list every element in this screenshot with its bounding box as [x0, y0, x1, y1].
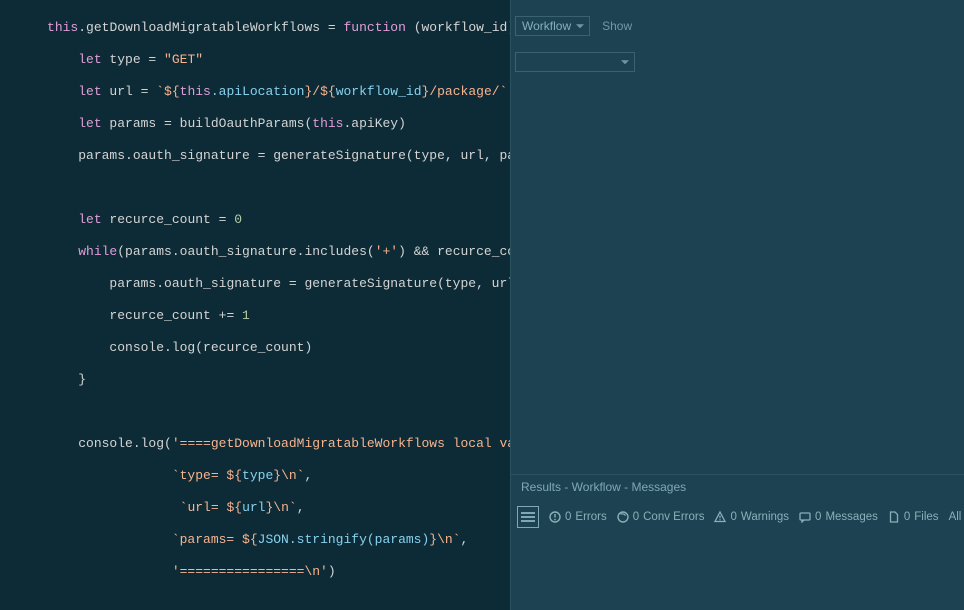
files-count: 0 [904, 511, 910, 523]
token: "GET" [164, 52, 203, 67]
token: let [78, 52, 101, 67]
token: this [312, 116, 343, 131]
token: let [78, 116, 101, 131]
token: url [242, 500, 265, 515]
messages-count: 0 [815, 511, 821, 523]
token: }\n` [273, 468, 304, 483]
errors-count: 0 [565, 511, 571, 523]
token: '================\n' [172, 564, 328, 579]
token: workflow_id [336, 84, 422, 99]
all-label: All [949, 511, 962, 523]
token: JSON.stringify(params) [258, 532, 430, 547]
warnings-count: 0 [730, 511, 736, 523]
files-stat[interactable]: 0 Files [888, 511, 939, 523]
conv-errors-count: 0 [633, 511, 639, 523]
token: } [78, 372, 86, 387]
file-icon [888, 511, 900, 523]
status-bar: 0 Errors 0 Conv Errors 0 Warnings 0 Mess… [511, 501, 964, 533]
token: `${ [156, 84, 179, 99]
token: params.oauth_signature = generateSignatu… [78, 148, 510, 163]
token: .getDownloadMigratableWorkflows = [78, 20, 343, 35]
errors-label: Errors [575, 511, 606, 523]
token: 1 [242, 308, 250, 323]
token: (workflow_id){ [406, 20, 510, 35]
token: `url= ${ [180, 500, 242, 515]
token: `type= ${ [172, 468, 242, 483]
all-filter[interactable]: All [949, 511, 962, 523]
token: .apiLocation [211, 84, 305, 99]
token: recurce_count += [109, 308, 242, 323]
code-editor[interactable]: this.getDownloadMigratableWorkflows = fu… [0, 0, 510, 610]
token: let [78, 84, 101, 99]
token: url = [102, 84, 157, 99]
token: params = buildOauthParams( [102, 116, 313, 131]
results-list-icon[interactable] [517, 506, 539, 528]
token: , [304, 468, 312, 483]
token: }\n` [265, 500, 296, 515]
secondary-dropdown[interactable] [515, 52, 635, 72]
show-link[interactable]: Show [602, 19, 632, 33]
token: .apiKey) [343, 116, 405, 131]
token: (params.oauth_signature.includes( [117, 244, 374, 259]
token: type = [102, 52, 164, 67]
messages-stat[interactable]: 0 Messages [799, 511, 878, 523]
workflow-dropdown[interactable]: Workflow [515, 16, 590, 36]
error-icon [549, 511, 561, 523]
token: '+' [375, 244, 398, 259]
token: let [78, 212, 101, 227]
conv-error-icon [617, 511, 629, 523]
results-panel-title: Results - Workflow - Messages [511, 475, 964, 501]
warnings-label: Warnings [741, 511, 789, 523]
warning-icon [714, 511, 726, 523]
token: console.log(recurce_count) [109, 340, 312, 355]
token: ) [328, 564, 336, 579]
token: this [47, 20, 78, 35]
token: function [343, 20, 405, 35]
conv-errors-label: Conv Errors [643, 511, 704, 523]
token: , [461, 532, 469, 547]
files-label: Files [914, 511, 938, 523]
token: recurce_count = [102, 212, 235, 227]
token: console.log( [78, 436, 172, 451]
token: }/${ [304, 84, 335, 99]
token: `params= ${ [172, 532, 258, 547]
token: 0 [234, 212, 242, 227]
token: }\n` [429, 532, 460, 547]
token: , [297, 500, 305, 515]
token: ) && recurce_count < [398, 244, 510, 259]
conv-errors-stat[interactable]: 0 Conv Errors [617, 511, 705, 523]
token: '====getDownloadMigratableWorkflows loca… [172, 436, 510, 451]
errors-stat[interactable]: 0 Errors [549, 511, 607, 523]
warnings-stat[interactable]: 0 Warnings [714, 511, 789, 523]
token: type [242, 468, 273, 483]
messages-label: Messages [825, 511, 877, 523]
token: params.oauth_signature = generateSignatu… [109, 276, 510, 291]
message-icon [799, 511, 811, 523]
token: this [180, 84, 211, 99]
token: }/package/` [422, 84, 508, 99]
token: while [78, 244, 117, 259]
